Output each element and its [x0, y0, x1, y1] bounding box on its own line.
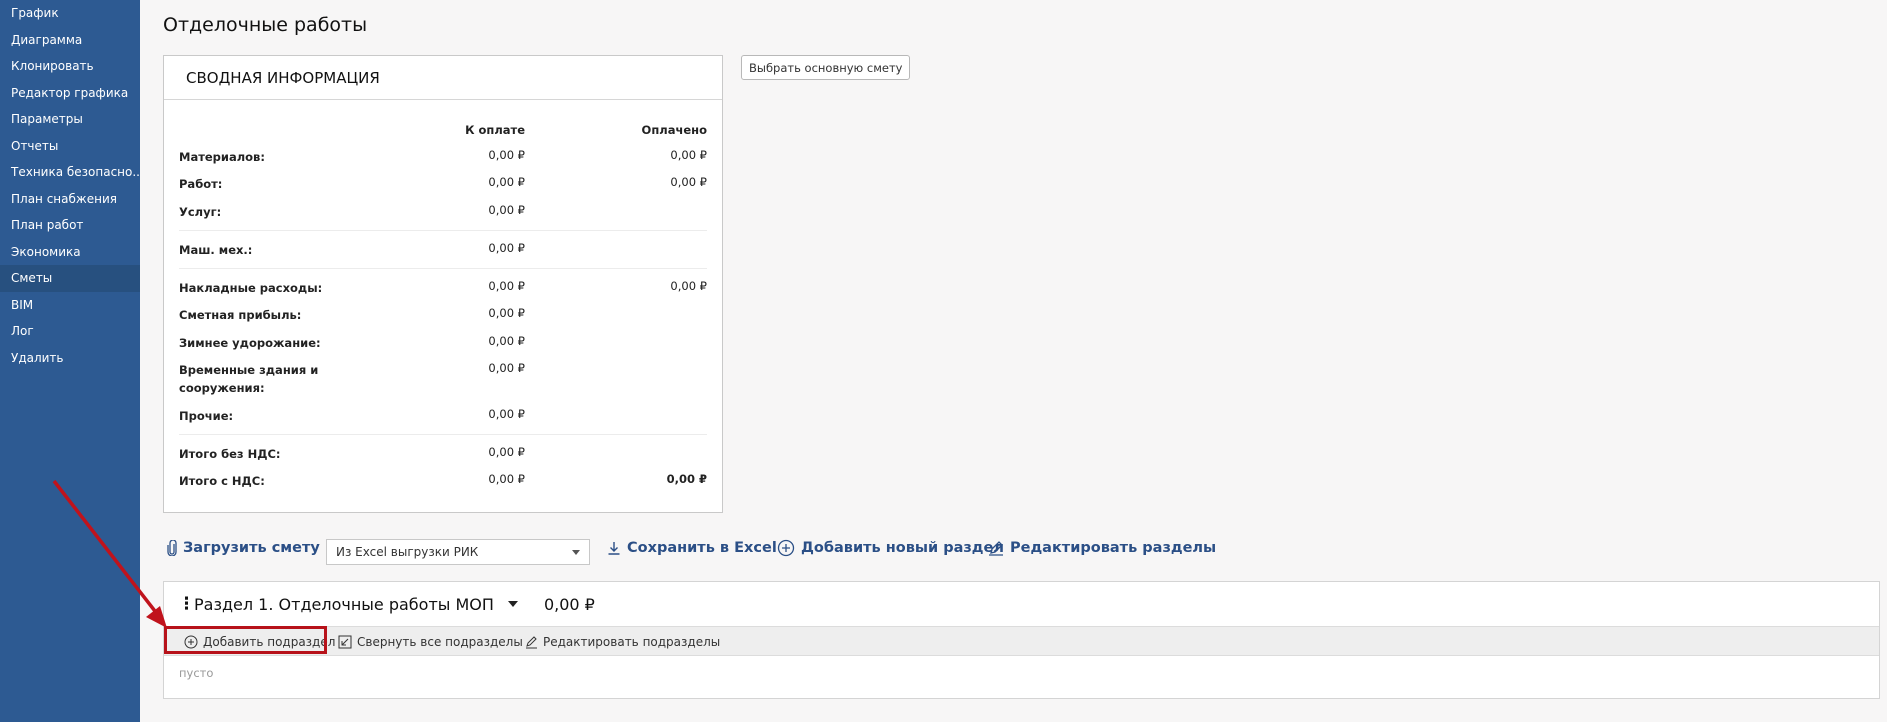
- divider: [179, 268, 707, 269]
- sidebar-item-clone[interactable]: Клонировать: [0, 53, 140, 80]
- row-label: Временные здания и сооружения:: [179, 363, 319, 395]
- collapse-icon: [338, 635, 352, 648]
- sidebar-item-diagram[interactable]: Диаграмма: [0, 27, 140, 54]
- kebab-menu-icon[interactable]: ⋮: [178, 594, 195, 614]
- add-section-link[interactable]: Добавить новый раздел: [777, 536, 1004, 560]
- divider: [179, 230, 707, 231]
- column-header-pay: К оплате: [465, 123, 525, 137]
- collapse-all-label: Свернуть все подразделы: [357, 634, 523, 649]
- chevron-down-icon[interactable]: [507, 601, 518, 607]
- row-label: Прочие:: [179, 409, 234, 423]
- download-icon: [608, 542, 620, 555]
- summary-panel: СВОДНАЯ ИНФОРМАЦИЯ К оплате Оплачено Мат…: [163, 55, 723, 513]
- edit-sections-label: Редактировать разделы: [1010, 540, 1217, 556]
- save-excel-label: Сохранить в Excel: [627, 540, 777, 556]
- sidebar: График Диаграмма Клонировать Редактор гр…: [0, 0, 140, 722]
- sidebar-item-work-plan[interactable]: План работ: [0, 212, 140, 239]
- row-paid: 0,00 ₽: [670, 175, 707, 189]
- collapse-all-subsections-button[interactable]: Свернуть все подразделы: [338, 627, 523, 656]
- edit-sections-link[interactable]: Редактировать разделы: [988, 536, 1216, 560]
- upload-estimate-link[interactable]: Загрузить смету: [167, 536, 320, 560]
- empty-placeholder: пусто: [179, 666, 214, 680]
- pencil-icon: [989, 541, 1003, 556]
- row-pay: 0,00 ₽: [488, 148, 525, 162]
- sidebar-item-schedule[interactable]: График: [0, 0, 140, 27]
- row-label: Работ:: [179, 177, 223, 191]
- row-label: Услуг:: [179, 205, 222, 219]
- row-label: Итого без НДС:: [179, 447, 281, 461]
- row-label: Материалов:: [179, 150, 265, 164]
- import-source-select[interactable]: Из Excel выгрузки РИК: [326, 539, 590, 565]
- divider: [179, 434, 707, 435]
- row-pay: 0,00 ₽: [488, 175, 525, 189]
- row-label: Сметная прибыль:: [179, 308, 302, 322]
- add-section-label: Добавить новый раздел: [801, 540, 1004, 556]
- sidebar-item-schedule-editor[interactable]: Редактор графика: [0, 80, 140, 107]
- subsection-toolbar: Добавить подраздел Свернуть все подразде…: [164, 626, 1879, 656]
- edit-subsections-label: Редактировать подразделы: [543, 634, 721, 649]
- estimate-toolbar: Загрузить смету Из Excel выгрузки РИК Со…: [140, 536, 1887, 565]
- row-label: Итого с НДС:: [179, 474, 265, 488]
- chevron-down-icon: [572, 550, 580, 555]
- section-card: ⋮ Раздел 1. Отделочные работы МОП 0,00 ₽…: [163, 581, 1880, 699]
- sidebar-item-supply-plan[interactable]: План снабжения: [0, 186, 140, 213]
- summary-title: СВОДНАЯ ИНФОРМАЦИЯ: [164, 56, 722, 100]
- save-excel-link[interactable]: Сохранить в Excel: [607, 536, 777, 560]
- sidebar-item-estimates[interactable]: Сметы: [0, 265, 140, 292]
- section-amount: 0,00 ₽: [543, 594, 595, 614]
- row-pay: 0,00 ₽: [488, 361, 525, 375]
- row-paid: 0,00 ₽: [670, 148, 707, 162]
- row-pay: 0,00 ₽: [488, 306, 525, 320]
- paperclip-icon: [167, 540, 177, 556]
- row-label: Зимнее удорожание:: [179, 336, 321, 350]
- section-header: ⋮ Раздел 1. Отделочные работы МОП 0,00 ₽: [164, 582, 1879, 626]
- pencil-icon: [526, 635, 537, 648]
- sidebar-item-bim[interactable]: BIM: [0, 292, 140, 319]
- row-paid: 0,00 ₽: [670, 279, 707, 293]
- edit-subsections-button[interactable]: Редактировать подразделы: [525, 627, 720, 656]
- row-pay: 0,00 ₽: [488, 472, 525, 486]
- row-paid: 0,00 ₽: [666, 472, 707, 486]
- row-pay: 0,00 ₽: [488, 279, 525, 293]
- upload-estimate-label: Загрузить смету: [183, 540, 320, 556]
- sidebar-item-parameters[interactable]: Параметры: [0, 106, 140, 133]
- sidebar-item-safety[interactable]: Техника безопасно...: [0, 159, 140, 186]
- row-pay: 0,00 ₽: [488, 407, 525, 421]
- row-pay: 0,00 ₽: [488, 445, 525, 459]
- highlight-frame: [164, 626, 327, 654]
- row-label: Накладные расходы:: [179, 281, 323, 295]
- choose-main-estimate-button[interactable]: Выбрать основную смету: [741, 55, 911, 80]
- sidebar-item-economics[interactable]: Экономика: [0, 239, 140, 266]
- main-content: Отделочные работы СВОДНАЯ ИНФОРМАЦИЯ К о…: [140, 0, 1887, 722]
- sidebar-item-log[interactable]: Лог: [0, 318, 140, 345]
- row-pay: 0,00 ₽: [488, 203, 525, 217]
- sidebar-item-delete[interactable]: Удалить: [0, 345, 140, 372]
- row-label: Маш. мех.:: [179, 243, 253, 257]
- column-header-paid: Оплачено: [641, 123, 707, 137]
- row-pay: 0,00 ₽: [488, 241, 525, 255]
- plus-circle-icon: [777, 539, 795, 557]
- import-source-value: Из Excel выгрузки РИК: [336, 545, 479, 559]
- section-title: Раздел 1. Отделочные работы МОП: [194, 594, 494, 614]
- page-title: Отделочные работы: [163, 14, 368, 36]
- row-pay: 0,00 ₽: [488, 334, 525, 348]
- sidebar-item-reports[interactable]: Отчеты: [0, 133, 140, 160]
